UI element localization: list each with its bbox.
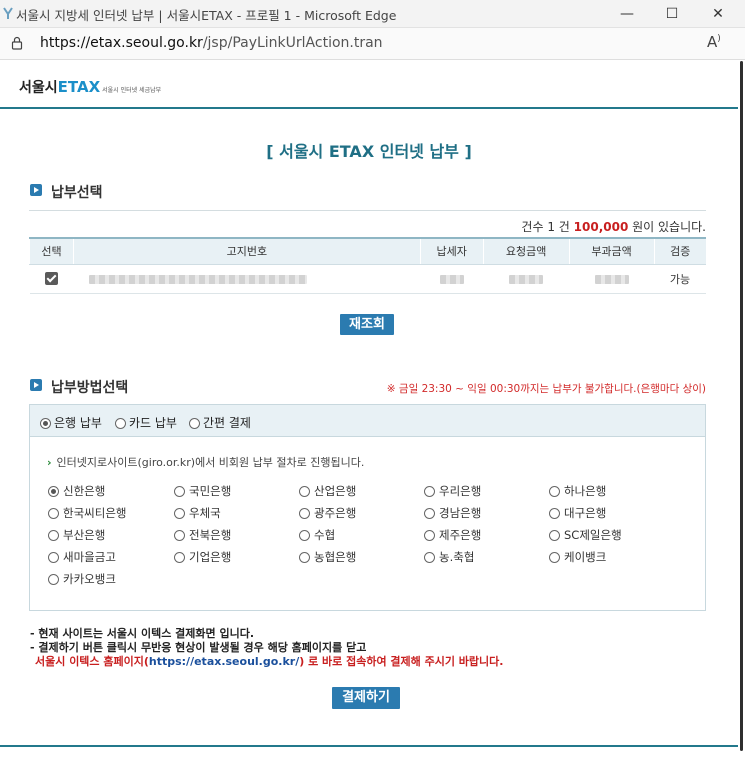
page-title: [ 서울시 ETAX 인터넷 납부 ] (266, 142, 472, 161)
column-header: 부과금액 (568, 237, 655, 265)
radio-icon[interactable] (549, 552, 560, 563)
minimize-button[interactable]: — (618, 5, 636, 23)
bank-option[interactable]: 농.축협 (424, 549, 474, 565)
address-bar[interactable]: https://etax.seoul.go.kr/jsp/PayLinkUrlA… (0, 28, 745, 60)
table-row: 가능 (29, 264, 706, 294)
bank-option[interactable]: 부산은행 (48, 527, 105, 543)
read-aloud-icon[interactable]: A) (707, 33, 721, 51)
payment-type-tabs: 은행 납부 카드 납부 간편 결제 (30, 405, 705, 437)
page-content: 서울시ETAX 서울시 인터넷 세금납부 [ 서울시 ETAX 인터넷 납부 ] … (0, 61, 738, 757)
column-header: 요청금액 (482, 237, 570, 265)
payment-table: 선택 고지번호 납세자 요청금액 부과금액 검증 가능 (29, 237, 706, 294)
bank-option[interactable]: 경남은행 (424, 505, 481, 521)
column-header: 검증 (653, 237, 706, 265)
bank-option[interactable]: 하나은행 (549, 483, 606, 499)
scrollbar-thumb[interactable] (740, 61, 743, 751)
bank-option[interactable]: 수협 (299, 527, 335, 543)
divider (29, 210, 706, 211)
bank-option[interactable]: 산업은행 (299, 483, 356, 499)
maximize-button[interactable]: ☐ (663, 5, 681, 23)
section-title: 납부방법선택 (51, 380, 129, 396)
radio-icon[interactable] (115, 418, 126, 429)
window-titlebar: 서울시 지방세 인터넷 납부 | 서울시ETAX - 프로필 1 - Micro… (0, 0, 745, 28)
giro-guide: › 인터넷지로사이트(giro.or.kr)에서 비회원 납부 절차로 진행됩니다… (47, 456, 365, 469)
radio-icon[interactable] (299, 486, 310, 497)
pay-button[interactable]: 결제하기 (332, 687, 400, 709)
bank-option[interactable]: 농협은행 (299, 549, 356, 565)
radio-icon[interactable] (48, 552, 59, 563)
bank-option[interactable]: 케이뱅크 (549, 549, 606, 565)
radio-icon[interactable] (189, 418, 200, 429)
radio-icon[interactable] (48, 508, 59, 519)
bank-option[interactable]: 새마을금고 (48, 549, 116, 565)
radio-icon[interactable] (549, 508, 560, 519)
bank-option[interactable]: 기업은행 (174, 549, 231, 565)
footnote-homepage: 서울시 이텍스 홈페이지(https://etax.seoul.go.kr/) … (35, 655, 504, 668)
radio-icon[interactable] (424, 508, 435, 519)
radio-icon[interactable] (48, 486, 59, 497)
bank-option[interactable]: 한국씨티은행 (48, 505, 126, 521)
bank-option[interactable]: SC제일은행 (549, 527, 622, 543)
lock-icon (11, 36, 23, 50)
radio-icon[interactable] (424, 486, 435, 497)
site-header: 서울시ETAX 서울시 인터넷 세금납부 (0, 61, 738, 109)
window-title: 서울시 지방세 인터넷 납부 | 서울시ETAX - 프로필 1 - Micro… (16, 8, 397, 23)
redacted-notice-number (89, 274, 308, 284)
requery-button[interactable]: 재조회 (340, 314, 394, 335)
arrow-bullet-icon (30, 379, 42, 391)
redacted-assessed-amount (594, 274, 629, 284)
validation-status: 가능 (654, 264, 706, 294)
radio-icon[interactable] (174, 486, 185, 497)
payment-method-box: 은행 납부 카드 납부 간편 결제 › 인터넷지로사이트(giro.or.kr)에… (29, 404, 706, 611)
payment-time-notice: ※ 금일 23:30 ~ 익일 00:30까지는 납부가 불가합니다.(은행마다… (386, 383, 706, 395)
radio-icon[interactable] (424, 530, 435, 541)
radio-icon[interactable] (174, 552, 185, 563)
row-select-checkbox[interactable] (44, 272, 58, 286)
etax-logo[interactable]: 서울시ETAX 서울시 인터넷 세금납부 (19, 77, 161, 97)
redacted-taxpayer (439, 274, 464, 284)
bank-option[interactable]: 광주은행 (299, 505, 356, 521)
homepage-link[interactable]: https://etax.seoul.go.kr/ (149, 655, 299, 668)
table-header-row: 선택 고지번호 납세자 요청금액 부과금액 검증 (29, 237, 706, 265)
radio-icon[interactable] (40, 418, 51, 429)
column-header: 납세자 (419, 237, 484, 265)
bank-option[interactable]: 국민은행 (174, 483, 231, 499)
option-bank[interactable]: 은행 납부 (40, 414, 102, 431)
scrollbar[interactable] (738, 61, 745, 757)
bank-option[interactable]: 카카오뱅크 (48, 571, 116, 587)
bank-option[interactable]: 대구은행 (549, 505, 606, 521)
radio-icon[interactable] (174, 530, 185, 541)
radio-icon[interactable] (48, 530, 59, 541)
bank-option[interactable]: 전북은행 (174, 527, 231, 543)
section-title: 납부선택 (51, 185, 103, 201)
radio-icon[interactable] (299, 508, 310, 519)
radio-icon[interactable] (424, 552, 435, 563)
chevron-right-icon: › (47, 456, 52, 469)
radio-icon[interactable] (299, 530, 310, 541)
column-header: 고지번호 (72, 237, 421, 265)
radio-icon[interactable] (48, 574, 59, 585)
footer-divider (0, 745, 738, 747)
bank-option[interactable]: 우체국 (174, 505, 221, 521)
count-summary: 건수 1 건 100,000 원이 있습니다. (521, 220, 706, 234)
radio-icon[interactable] (174, 508, 185, 519)
option-card[interactable]: 카드 납부 (115, 414, 177, 431)
bank-option[interactable]: 제주은행 (424, 527, 481, 543)
radio-icon[interactable] (549, 486, 560, 497)
url-text[interactable]: https://etax.seoul.go.kr/jsp/PayLinkUrlA… (40, 35, 383, 51)
column-header: 선택 (29, 237, 74, 265)
bank-option[interactable]: 신한은행 (48, 483, 105, 499)
close-button[interactable]: ✕ (709, 5, 727, 23)
option-easy-pay[interactable]: 간편 결제 (189, 414, 251, 431)
radio-icon[interactable] (299, 552, 310, 563)
redacted-requested-amount (509, 274, 544, 284)
edge-app-icon (3, 7, 13, 19)
radio-icon[interactable] (549, 530, 560, 541)
bank-option[interactable]: 우리은행 (424, 483, 481, 499)
arrow-bullet-icon (30, 184, 42, 196)
